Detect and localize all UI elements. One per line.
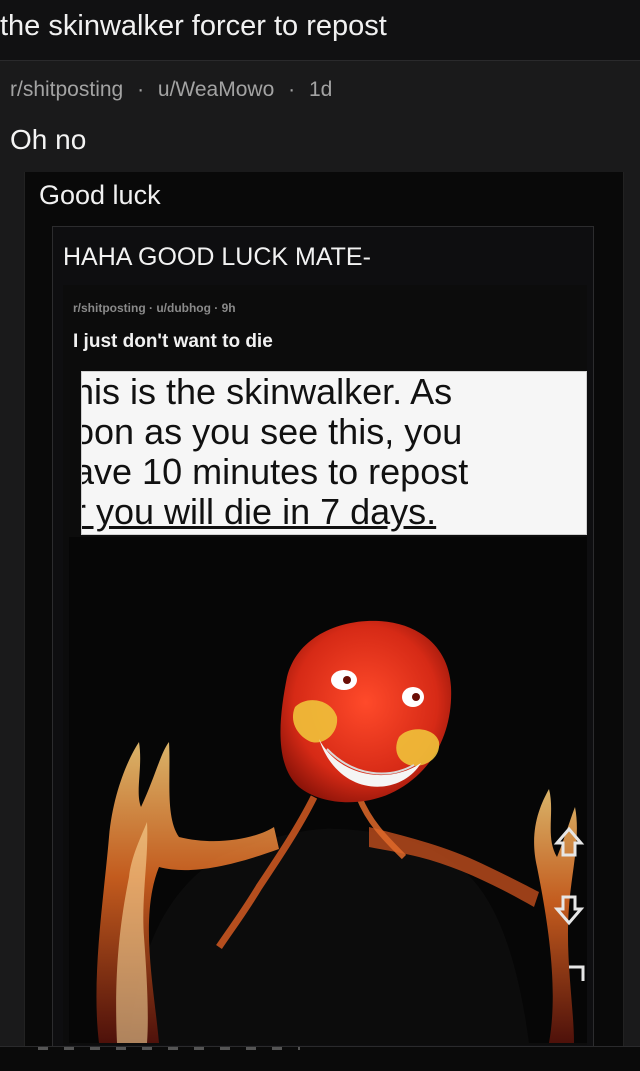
nested-outer-title: Good luck	[39, 180, 161, 210]
bottom-strip	[0, 1046, 640, 1071]
post-age: 1d	[308, 78, 333, 101]
nested-post-title: I just don't want to die	[73, 331, 273, 352]
nested-post-card: r/shitposting · u/dubhog · 9h I just don…	[63, 285, 587, 1045]
app-header: the skinwalker forcer to repost	[0, 0, 640, 61]
username-link[interactable]: u/WeaMowo	[158, 78, 274, 101]
post-meta: r/shitposting · u/WeaMowo · 1d	[10, 78, 332, 102]
meme-caption-box: his is the skinwalker. As oon as you see…	[81, 371, 587, 535]
meme-caption-line: his is the skinwalker. As	[81, 371, 453, 412]
nested-screenshot-inner: HAHA GOOD LUCK MATE- r/shitposting · u/d…	[52, 226, 594, 1048]
page-title: the skinwalker forcer to repost	[0, 10, 387, 42]
meme-caption-line: ave 10 minutes to repost	[81, 451, 469, 492]
meme-caption-line: r you will die in 7 days.	[81, 491, 437, 532]
bottom-divider	[38, 1047, 300, 1050]
nested-inner-title: HAHA GOOD LUCK MATE-	[63, 243, 371, 271]
skinwalker-image	[69, 537, 587, 1043]
meme-caption-line: oon as you see this, you	[81, 411, 463, 452]
post-title[interactable]: Oh no	[10, 124, 86, 156]
meta-separator: ·	[288, 78, 296, 101]
subreddit-link[interactable]: r/shitposting	[10, 78, 123, 101]
nested-post-meta: r/shitposting · u/dubhog · 9h	[73, 301, 236, 315]
skinwalker-illustration	[69, 537, 587, 1043]
meta-separator: ·	[137, 78, 145, 101]
